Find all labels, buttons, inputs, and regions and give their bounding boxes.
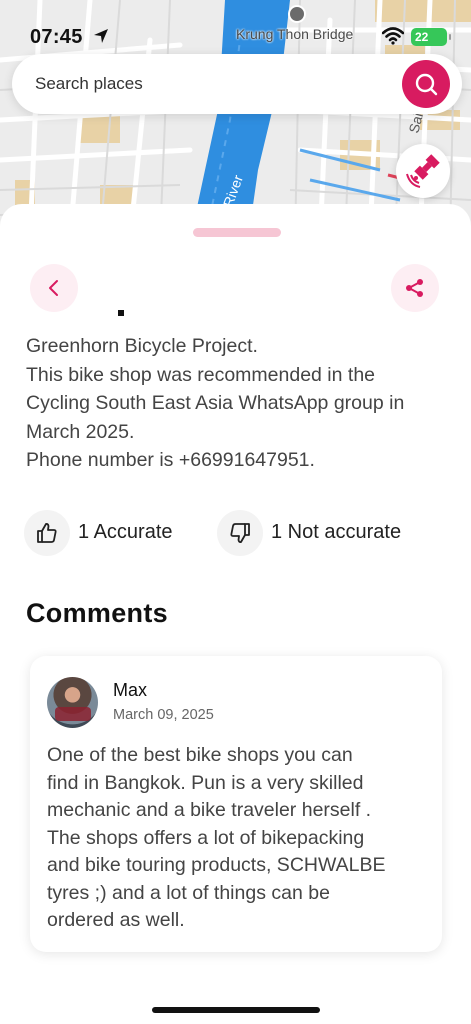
comment-line: tyres ;) and a lot of things can be: [47, 881, 330, 904]
thumbs-down-icon: [217, 510, 263, 556]
satellite-icon: [406, 154, 440, 188]
search-icon: [415, 73, 438, 96]
title-placeholder-dot: [118, 310, 124, 316]
comment-card: Max March 09, 2025 One of the best bike …: [30, 656, 442, 952]
comment-line: One of the best bike shops you can: [47, 744, 353, 766]
comment-line: The shops offers a lot of bikepacking: [47, 826, 365, 849]
status-bar: 07:45 Krung Thon Bridge 22: [0, 5, 471, 52]
description-line: This bike shop was recommended in the: [26, 363, 376, 386]
status-time: 07:45: [30, 26, 83, 48]
comment-date: March 09, 2025: [113, 707, 214, 723]
bridge-label: Krung Thon Bridge: [236, 26, 354, 42]
accuracy-votes: 1 Accurate 1 Not accurate: [24, 508, 454, 558]
sheet-drag-handle[interactable]: [193, 228, 281, 237]
back-button[interactable]: [30, 264, 78, 312]
search-bar[interactable]: Search places: [12, 54, 462, 114]
comment-line: ordered as well.: [47, 909, 185, 931]
comment-author[interactable]: Max: [113, 680, 147, 701]
place-details-sheet: Greenhorn Bicycle Project. This bike sho…: [0, 204, 471, 1024]
comment-line: find in Bangkok. Pun is a very skilled: [47, 771, 364, 794]
bridge-pin-icon: [288, 5, 306, 23]
description-line: Phone number is +66991647951.: [26, 449, 315, 471]
share-icon: [406, 279, 423, 297]
comment-text: One of the best bike shops you can find …: [47, 742, 432, 935]
search-button[interactable]: [402, 60, 450, 108]
comment-line: and bike touring products, SCHWALBE: [47, 854, 386, 876]
wifi-icon: [381, 27, 405, 50]
location-arrow-icon: [92, 27, 110, 50]
thumbs-up-icon: [24, 510, 70, 556]
avatar[interactable]: [47, 677, 98, 728]
search-placeholder[interactable]: Search places: [35, 74, 143, 94]
chevron-left-icon: [49, 280, 58, 296]
accurate-vote-label: 1 Accurate: [78, 521, 173, 543]
comments-heading: Comments: [26, 598, 168, 628]
home-indicator[interactable]: [152, 1007, 320, 1013]
description-line: Cycling South East Asia WhatsApp group i…: [26, 392, 405, 414]
description-line: Greenhorn Bicycle Project.: [26, 335, 258, 357]
comment-line: mechanic and a bike traveler herself .: [47, 799, 372, 821]
description-line: March 2025.: [26, 420, 135, 443]
place-description: Greenhorn Bicycle Project. This bike sho…: [26, 332, 446, 475]
satellite-layer-button[interactable]: [396, 144, 450, 198]
not-accurate-vote-label: 1 Not accurate: [271, 521, 402, 543]
share-button[interactable]: [391, 264, 439, 312]
battery-indicator: 22: [411, 28, 451, 46]
